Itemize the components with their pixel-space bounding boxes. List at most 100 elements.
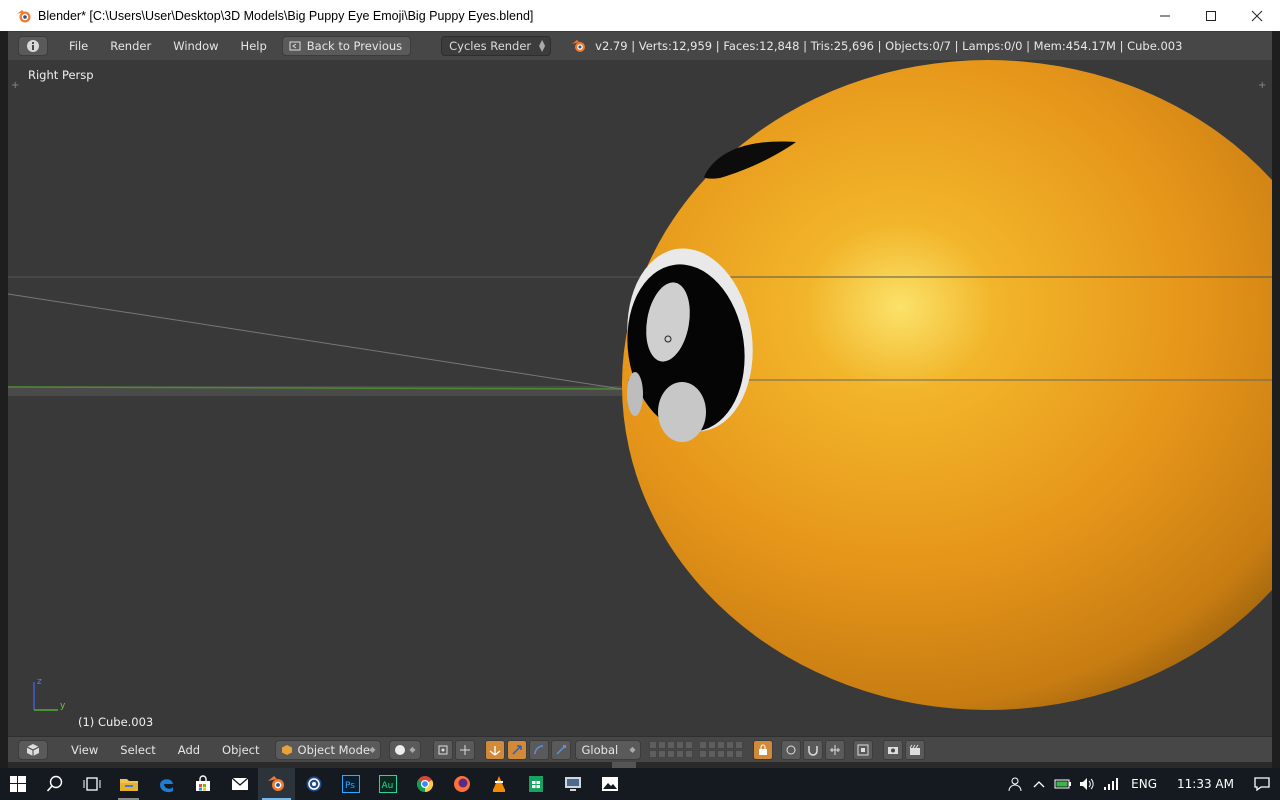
- remote-desktop-icon: [564, 777, 581, 791]
- menu-object[interactable]: Object: [211, 743, 270, 757]
- volume-icon: [1080, 778, 1094, 790]
- audition-button[interactable]: Au: [369, 768, 406, 800]
- proportional-edit-icon: [786, 745, 796, 754]
- vlc-button[interactable]: [480, 768, 517, 800]
- network-button[interactable]: [1099, 777, 1123, 791]
- mail-button[interactable]: [221, 768, 258, 800]
- select-arrows-icon: ◆: [369, 745, 376, 754]
- pivot-point-button[interactable]: [432, 739, 453, 760]
- blender-taskbar-button[interactable]: [258, 768, 295, 800]
- menu-help[interactable]: Help: [230, 39, 278, 53]
- camera-icon: [887, 746, 898, 754]
- transform-orientation-select[interactable]: Global ◆: [574, 739, 641, 760]
- viewport-scene[interactable]: [8, 60, 1272, 736]
- people-icon: [1008, 777, 1022, 792]
- photos-icon: [601, 777, 618, 791]
- minimize-button[interactable]: [1142, 0, 1188, 31]
- system-tray: ENG 11:33 AM: [1003, 768, 1280, 800]
- eye-highlight-bottom: [658, 382, 706, 442]
- opengl-render-button[interactable]: [882, 739, 903, 760]
- interaction-mode-value: Object Mode: [297, 742, 370, 757]
- sheets-icon: [528, 776, 543, 792]
- 3d-viewport[interactable]: Right Persp + + z y (1) Cube.003: [8, 60, 1272, 736]
- cube-view-icon: [26, 743, 40, 756]
- input-language-indicator[interactable]: ENG: [1123, 777, 1167, 791]
- audition-icon: Au: [378, 775, 397, 793]
- interaction-mode-select[interactable]: Object Mode ◆: [274, 739, 381, 760]
- photoshop-label: Ps: [345, 781, 355, 791]
- mail-icon: [231, 777, 248, 790]
- translate-manipulator-button[interactable]: [506, 739, 527, 760]
- snap-target-button[interactable]: [852, 739, 873, 760]
- axis-z-label: z: [37, 677, 42, 687]
- rotate-manipulator-button[interactable]: [528, 739, 549, 760]
- transform-orientation-value: Global: [581, 742, 619, 757]
- render-engine-select[interactable]: Cycles Render ▲ ▼: [441, 36, 552, 56]
- search-icon: [46, 775, 62, 792]
- scale-manipulator-button[interactable]: [550, 739, 571, 760]
- select-arrows-icon: ◆: [409, 745, 416, 754]
- select-arrows-icon: ◆: [629, 745, 636, 754]
- region-expand-icon[interactable]: +: [11, 80, 19, 91]
- snap-element-button[interactable]: [824, 739, 845, 760]
- store-button[interactable]: [184, 768, 221, 800]
- cinema4d-button[interactable]: [295, 768, 332, 800]
- menu-select[interactable]: Select: [109, 743, 166, 757]
- region-expand-icon-right[interactable]: +: [1258, 80, 1266, 91]
- system-clock[interactable]: 11:33 AM: [1167, 777, 1244, 791]
- sheets-button[interactable]: [517, 768, 554, 800]
- file-explorer-button[interactable]: [110, 768, 147, 800]
- remote-desktop-button[interactable]: [554, 768, 591, 800]
- volume-button[interactable]: [1075, 777, 1099, 791]
- search-button[interactable]: [36, 768, 73, 800]
- action-center-button[interactable]: [1244, 777, 1280, 791]
- layer-grid-right[interactable]: [698, 741, 743, 758]
- vlc-icon: [492, 776, 505, 792]
- chevron-up-icon: [1033, 781, 1045, 788]
- back-to-previous-button[interactable]: Back to Previous: [281, 36, 412, 56]
- menu-window[interactable]: Window: [162, 39, 229, 53]
- menu-render[interactable]: Render: [99, 39, 162, 53]
- start-button[interactable]: [0, 768, 36, 800]
- editor-type-selector[interactable]: [18, 36, 48, 56]
- menu-file[interactable]: File: [58, 39, 99, 53]
- opengl-render-animation-button[interactable]: [904, 739, 925, 760]
- windows-taskbar: Ps Au ENG 11:33 AM: [0, 768, 1280, 800]
- chrome-button[interactable]: [406, 768, 443, 800]
- photoshop-button[interactable]: Ps: [332, 768, 369, 800]
- chrome-icon: [416, 776, 433, 793]
- blender-logo-icon: [17, 9, 31, 22]
- scene-stats: v2.79 | Verts:12,959 | Faces:12,848 | Tr…: [595, 39, 1183, 53]
- menu-add[interactable]: Add: [167, 743, 211, 757]
- file-explorer-icon: [119, 779, 138, 791]
- wifi-signal-icon: [1104, 778, 1119, 790]
- cinema4d-icon: [306, 776, 321, 792]
- pivot-options-button[interactable]: [454, 739, 475, 760]
- menu-view[interactable]: View: [60, 743, 109, 757]
- show-hidden-icons-button[interactable]: [1027, 780, 1051, 788]
- maximize-button[interactable]: [1188, 0, 1234, 31]
- viewport-shading-select[interactable]: ◆: [388, 739, 421, 760]
- editor-type-selector-3d[interactable]: [18, 739, 48, 760]
- layer-grid-left[interactable]: [648, 741, 693, 758]
- maximize-icon: [1206, 10, 1216, 21]
- lock-camera-button[interactable]: [752, 739, 773, 760]
- close-button[interactable]: [1234, 0, 1280, 31]
- snap-target-icon: [857, 744, 869, 755]
- people-button[interactable]: [1003, 776, 1027, 792]
- manipulator-toggle[interactable]: [484, 739, 505, 760]
- snap-grid-icon: [829, 744, 840, 755]
- photos-button[interactable]: [591, 768, 628, 800]
- edge-button[interactable]: [147, 768, 184, 800]
- task-view-button[interactable]: [73, 768, 110, 800]
- snap-toggle-button[interactable]: [802, 739, 823, 760]
- firefox-button[interactable]: [443, 768, 480, 800]
- solid-shading-icon: [394, 744, 405, 755]
- layer-buttons[interactable]: [648, 741, 743, 758]
- battery-button[interactable]: [1051, 779, 1075, 789]
- blender-icon: [267, 776, 284, 791]
- translate-arrow-icon: [511, 744, 522, 755]
- close-icon: [1251, 10, 1263, 21]
- proportional-edit-button[interactable]: [780, 739, 801, 760]
- firefox-icon: [453, 776, 470, 792]
